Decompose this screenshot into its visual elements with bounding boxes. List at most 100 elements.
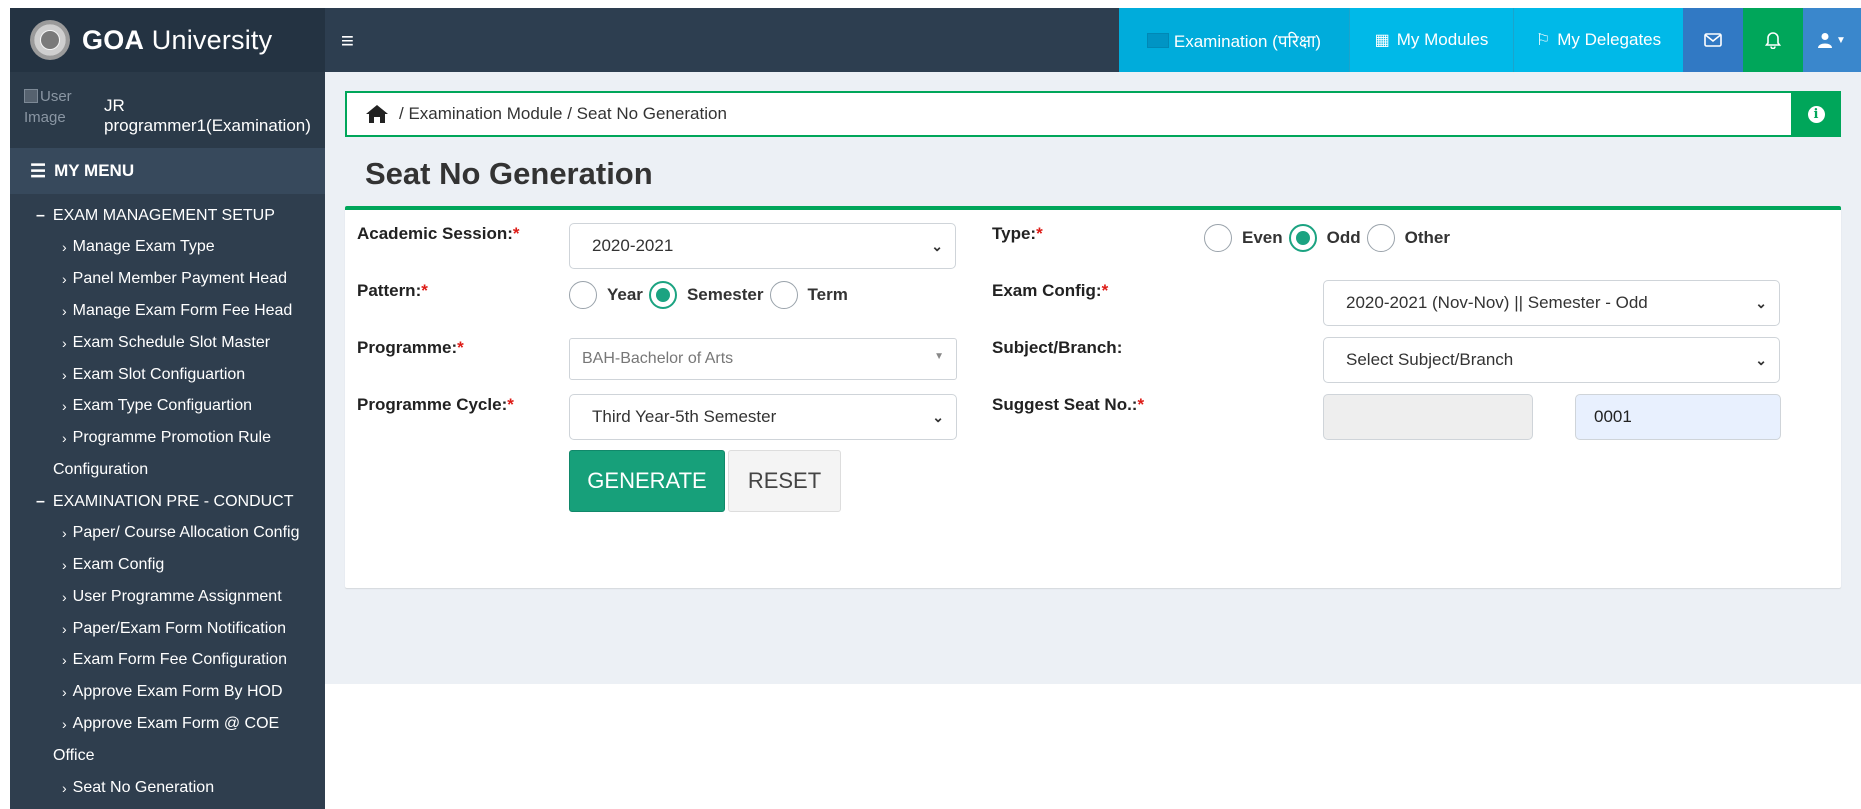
chevron-right-icon: › [62, 779, 67, 796]
sidebar-item-label: Exam Schedule Slot Master [72, 333, 271, 351]
chevron-right-icon: › [62, 716, 67, 733]
menu-list-icon: ☰ [30, 160, 47, 181]
sidebar-item-exam-config[interactable]: › Exam Config [10, 549, 325, 581]
notifications-button[interactable] [1743, 8, 1803, 72]
user-avatar: User Image [24, 86, 82, 130]
academic-session-select[interactable]: 2020-2021 ⌄ [569, 223, 956, 269]
caret-down-icon: ▼ [934, 351, 944, 362]
pattern-year-radio[interactable] [569, 281, 597, 309]
sidebar-item-label: Panel Member Payment Head [72, 270, 287, 288]
programme-label: Programme:* [357, 338, 464, 358]
type-label-text: Type: [992, 224, 1037, 243]
sidebar-item-wrap[interactable]: Configuration [10, 454, 325, 486]
my-delegates-button[interactable]: ⚐ My Delegates [1513, 8, 1683, 72]
bell-icon [1765, 32, 1781, 49]
sidebar-menu: – EXAM MANAGEMENT SETUP › Manage Exam Type… [10, 194, 325, 804]
sidebar-item-wrap[interactable]: Office [10, 740, 325, 772]
programme-cycle-select[interactable]: Third Year-5th Semester ⌄ [569, 394, 957, 440]
pattern-label: Pattern:* [357, 281, 428, 301]
type-other-radio[interactable] [1366, 224, 1395, 252]
university-logo [30, 20, 70, 60]
home-icon[interactable] [365, 104, 389, 124]
my-modules-button[interactable]: ▦ My Modules [1349, 8, 1513, 72]
type-even-radio[interactable] [1204, 224, 1232, 252]
main-content: / Examination Module / Seat No Generatio… [325, 72, 1861, 684]
required-marker: * [1101, 281, 1109, 300]
required-marker: * [512, 224, 520, 243]
sidebar-item-programme-promotion-rule[interactable]: › Programme Promotion Rule [10, 422, 325, 454]
sidebar-item-exam-form-fee-configuration[interactable]: › Exam Form Fee Configuration [10, 645, 325, 677]
brand[interactable]: GOA University [10, 8, 325, 72]
chevron-right-icon: › [62, 334, 67, 351]
subject-branch-label: Subject/Branch: [992, 338, 1123, 357]
sidebar-item-label: Manage Exam Form Fee Head [72, 301, 293, 319]
user-name-line1: JR [104, 96, 125, 115]
menu-header: ☰ MY MENU [10, 148, 325, 194]
reset-button[interactable]: RESET [728, 450, 841, 512]
sidebar-item-label: Programme Promotion Rule [72, 429, 271, 447]
chevron-right-icon: › [62, 430, 67, 447]
pattern-label-text: Pattern: [357, 281, 422, 300]
monitor-icon [1146, 32, 1169, 48]
type-radio-group: Even Odd Other [1204, 224, 1456, 252]
user-menu-button[interactable]: ▼ [1803, 8, 1861, 72]
programme-select[interactable]: BAH-Bachelor of Arts ▼ [569, 338, 957, 380]
chevron-right-icon: › [62, 239, 67, 256]
brand-name: GOA University [82, 25, 272, 56]
sidebar-item-manage-exam-type[interactable]: › Manage Exam Type [10, 232, 325, 264]
exam-config-label: Exam Config:* [992, 281, 1108, 301]
programme-cycle-value: Third Year-5th Semester [592, 407, 777, 426]
required-marker: * [421, 281, 428, 300]
pattern-radio-group: Year Semester Term [569, 281, 854, 309]
messages-button[interactable] [1683, 8, 1743, 72]
menu-section-exam-management-setup[interactable]: – EXAM MANAGEMENT SETUP [10, 200, 325, 232]
type-odd-label: Odd [1326, 228, 1361, 247]
sidebar-item-manage-exam-form-fee-head[interactable]: › Manage Exam Form Fee Head [10, 295, 325, 327]
seat-generation-form: Academic Session:* 2020-2021 ⌄ Type:* Eve… [345, 206, 1841, 588]
chevron-right-icon: › [62, 684, 67, 701]
sidebar-item-user-programme-assignment[interactable]: › User Programme Assignment [10, 581, 325, 613]
sidebar-item-exam-slot-configuartion[interactable]: › Exam Slot Configuartion [10, 359, 325, 391]
examination-module-button[interactable]: Examination (परिक्षा) [1119, 8, 1349, 72]
chevron-right-icon: › [62, 588, 67, 605]
pattern-semester-label: Semester [686, 285, 764, 304]
seat-number-input[interactable]: 0001 [1575, 394, 1781, 440]
sidebar-item-exam-schedule-slot-master[interactable]: › Exam Schedule Slot Master [10, 327, 325, 359]
sidebar-item-seat-no-generation[interactable]: › Seat No Generation [10, 772, 325, 804]
sidebar-item-label: Paper/ Course Allocation Config [72, 524, 300, 542]
exam-config-select[interactable]: 2020-2021 (Nov-Nov) || Semester - Odd ⌄ [1323, 280, 1780, 326]
required-marker: * [507, 395, 514, 414]
info-button[interactable]: i [1791, 91, 1841, 137]
sidebar-item-panel-member-payment-head[interactable]: › Panel Member Payment Head [10, 263, 325, 295]
sidebar-item-exam-type-configuartion[interactable]: › Exam Type Configuartion [10, 390, 325, 422]
type-odd-radio[interactable] [1288, 224, 1317, 252]
sidebar-item-paper-exam-form-notification[interactable]: › Paper/Exam Form Notification [10, 613, 325, 645]
pattern-semester-radio[interactable] [648, 281, 677, 309]
seat-prefix-input[interactable] [1323, 394, 1533, 440]
type-even-label: Even [1242, 228, 1283, 247]
sidebar-item-approve-exam-form-by-hod[interactable]: › Approve Exam Form By HOD [10, 676, 325, 708]
menu-header-label: MY MENU [54, 161, 135, 180]
chevron-right-icon: › [62, 557, 67, 574]
subject-branch-select[interactable]: Select Subject/Branch ⌄ [1323, 337, 1780, 383]
chevron-down-icon: ⌄ [1755, 352, 1767, 368]
pattern-term-radio[interactable] [769, 281, 798, 309]
sidebar-toggle-icon[interactable]: ≡ [341, 28, 354, 54]
collapse-icon: – [36, 206, 45, 224]
required-marker: * [1137, 395, 1145, 414]
menu-section-examination-pre-conduct[interactable]: – EXAMINATION PRE - CONDUCT [10, 486, 325, 518]
sidebar-item-label: Exam Config [72, 556, 165, 574]
type-label: Type:* [992, 224, 1043, 244]
my-delegates-label: My Delegates [1557, 30, 1662, 49]
sidebar-item-approve-exam-form-coe[interactable]: › Approve Exam Form @ COE [10, 708, 325, 740]
page-title: Seat No Generation [365, 156, 653, 191]
flag-icon: ⚐ [1535, 32, 1551, 49]
programme-cycle-label: Programme Cycle:* [357, 395, 514, 415]
sidebar-item-label: Manage Exam Type [72, 238, 215, 256]
suggest-seat-label: Suggest Seat No.:* [992, 395, 1144, 415]
required-marker: * [1036, 224, 1043, 243]
sidebar-item-paper-course-allocation-config[interactable]: › Paper/ Course Allocation Config [10, 517, 325, 549]
academic-session-label-text: Academic Session: [357, 224, 513, 243]
generate-button[interactable]: GENERATE [569, 450, 725, 512]
subject-branch-value: Select Subject/Branch [1346, 350, 1514, 369]
